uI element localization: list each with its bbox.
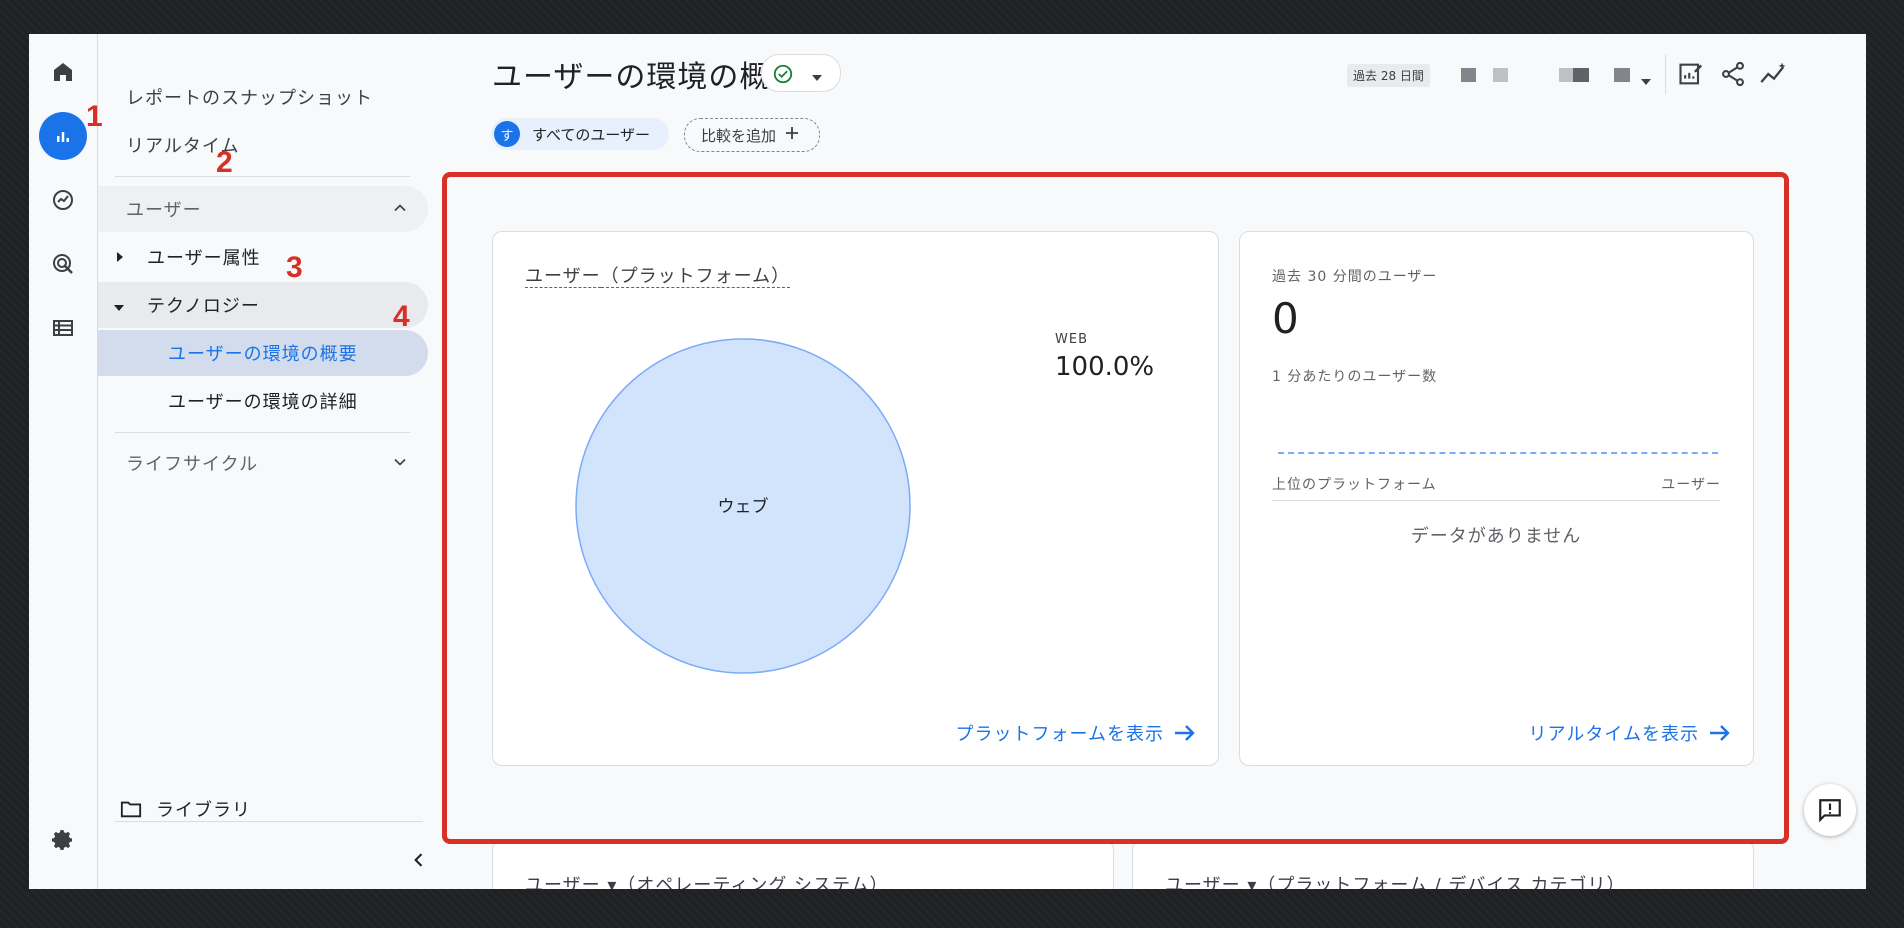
realtime-card: 過去 30 分間のユーザー 0 1 分あたりのユーザー数 上位のプラットフォーム… (1239, 231, 1754, 766)
nav-section-user[interactable]: ユーザー (98, 186, 428, 232)
table-divider (1272, 500, 1720, 501)
target-cursor-icon (53, 254, 73, 274)
nav-item-user-attributes[interactable]: ユーザー属性 (98, 234, 428, 280)
annotation-marker: 2 (216, 146, 233, 179)
caret-down-icon[interactable] (1639, 72, 1653, 91)
nav-item-tech-overview[interactable]: ユーザーの環境の概要 (98, 330, 428, 376)
os-card: ユーザー ▾（オペレーティング システム） (492, 840, 1114, 889)
nav-label: レポートのスナップショット (126, 88, 373, 109)
nav-label: ユーザー (126, 200, 202, 221)
nav-label: ユーザー属性 (147, 248, 261, 269)
segment-label: すべてのユーザー (532, 125, 651, 144)
feedback-button[interactable] (1804, 784, 1856, 836)
chevron-down-icon (390, 452, 410, 477)
card-title[interactable]: ユーザー ▾（オペレーティング システム） (525, 871, 889, 889)
explore-icon (53, 190, 73, 210)
chevron-up-icon (390, 198, 410, 223)
divider (115, 176, 410, 177)
home-icon (54, 63, 72, 81)
status-dropdown[interactable] (761, 54, 841, 92)
explore-button[interactable] (39, 176, 87, 224)
link-label: プラットフォームを表示 (955, 724, 1164, 745)
legend-label: WEB (1055, 332, 1088, 347)
chevron-left-icon (414, 853, 423, 867)
realtime-header: 過去 30 分間のユーザー (1272, 269, 1438, 285)
nav-label: ユーザーの環境の概要 (168, 344, 358, 365)
add-comparison-label: 比較を追加 (701, 126, 777, 145)
empty-state: データがありません (1410, 526, 1582, 547)
card-title: ユーザー（プラットフォーム） (525, 262, 791, 288)
bar-chart-icon (57, 132, 69, 142)
pie-slice-label: ウェブ (718, 496, 769, 517)
arrow-right-icon (1175, 725, 1195, 741)
app-frame: レポートのスナップショット リアルタイム ユーザー ユーザー属性 テクノロジー … (29, 34, 1866, 889)
home-button[interactable] (39, 48, 87, 96)
feedback-icon (1819, 799, 1841, 823)
legend-value: 100.0% (1055, 352, 1155, 382)
nav-item-tech-detail[interactable]: ユーザーの環境の詳細 (98, 378, 428, 424)
date-range-label: 過去 28 日間 (1347, 64, 1430, 87)
customize-report-icon[interactable] (1677, 60, 1705, 92)
metric-label[interactable]: ユーザー (525, 266, 601, 288)
annotation-marker: 4 (393, 300, 410, 333)
caret-down-icon (112, 298, 126, 319)
check-circle-icon (772, 63, 794, 89)
settings-button[interactable] (39, 816, 87, 864)
realtime-count: 0 (1272, 294, 1299, 343)
sparkline (1278, 452, 1718, 454)
toolbar-divider (1665, 54, 1666, 94)
redacted-block (1461, 68, 1476, 82)
insights-icon[interactable] (1759, 60, 1789, 92)
redacted-block (1493, 68, 1508, 82)
arrow-right-icon (1710, 725, 1730, 741)
report-nav: レポートのスナップショット リアルタイム ユーザー ユーザー属性 テクノロジー … (86, 34, 438, 889)
column-header-users: ユーザー (1661, 477, 1721, 493)
nav-label: ライブラリ (156, 800, 251, 821)
view-platform-link[interactable]: プラットフォームを表示 (956, 720, 1196, 746)
divider (115, 821, 423, 822)
dimension-label[interactable]: （プラットフォーム） (600, 266, 791, 288)
column-header-platform: 上位のプラットフォーム (1272, 477, 1437, 493)
list-icon (53, 320, 73, 336)
nav-label: ライフサイクル (126, 454, 259, 475)
collapse-nav-button[interactable] (403, 844, 435, 876)
link-label: リアルタイムを表示 (1528, 724, 1699, 745)
caret-right-icon (114, 248, 126, 269)
nav-item-technology[interactable]: テクノロジー (98, 282, 428, 328)
nav-section-lifecycle[interactable]: ライフサイクル (98, 440, 428, 486)
segment-chip-all-users[interactable]: す すべてのユーザー (491, 118, 669, 150)
nav-item-snapshot[interactable]: レポートのスナップショット (98, 74, 428, 120)
main-content: ユーザーの環境の概要 過去 28 日間 す すべてのユーザー 比較を追加 ユーザ… (439, 34, 1866, 889)
add-comparison-button[interactable]: 比較を追加 (684, 118, 820, 152)
annotation-marker: 3 (286, 251, 303, 284)
icon-rail (29, 34, 98, 889)
nav-item-realtime[interactable]: リアルタイム (98, 122, 428, 168)
annotation-marker: 1 (86, 100, 103, 133)
pie-chart: ウェブ (575, 338, 911, 674)
nav-label: ユーザーの環境の詳細 (168, 392, 358, 413)
platform-card: ユーザー（プラットフォーム） ウェブ WEB 100.0% プラットフォームを表… (492, 231, 1219, 766)
gear-icon (52, 830, 72, 850)
redacted-block (1614, 68, 1630, 82)
redacted-block (1559, 68, 1573, 82)
share-icon[interactable] (1719, 60, 1747, 92)
caret-down-icon (810, 68, 824, 87)
realtime-subheader: 1 分あたりのユーザー数 (1272, 369, 1438, 385)
divider (115, 432, 410, 433)
nav-label: テクノロジー (147, 296, 260, 317)
page-title: ユーザーの環境の概要 (492, 60, 802, 95)
view-realtime-link[interactable]: リアルタイムを表示 (1529, 720, 1731, 746)
advertising-button[interactable] (39, 240, 87, 288)
device-category-card: ユーザー ▾（プラットフォーム / デバイス カテゴリ） (1132, 840, 1754, 889)
date-range-chip[interactable]: 過去 28 日間 (1347, 56, 1430, 90)
plus-icon (784, 125, 800, 145)
redacted-block (1573, 68, 1589, 82)
configure-button[interactable] (39, 304, 87, 352)
segment-avatar: す (494, 121, 520, 147)
card-title[interactable]: ユーザー ▾（プラットフォーム / デバイス カテゴリ） (1165, 871, 1626, 889)
nav-item-library[interactable]: ライブラリ (98, 786, 428, 832)
reports-button[interactable] (39, 112, 87, 160)
